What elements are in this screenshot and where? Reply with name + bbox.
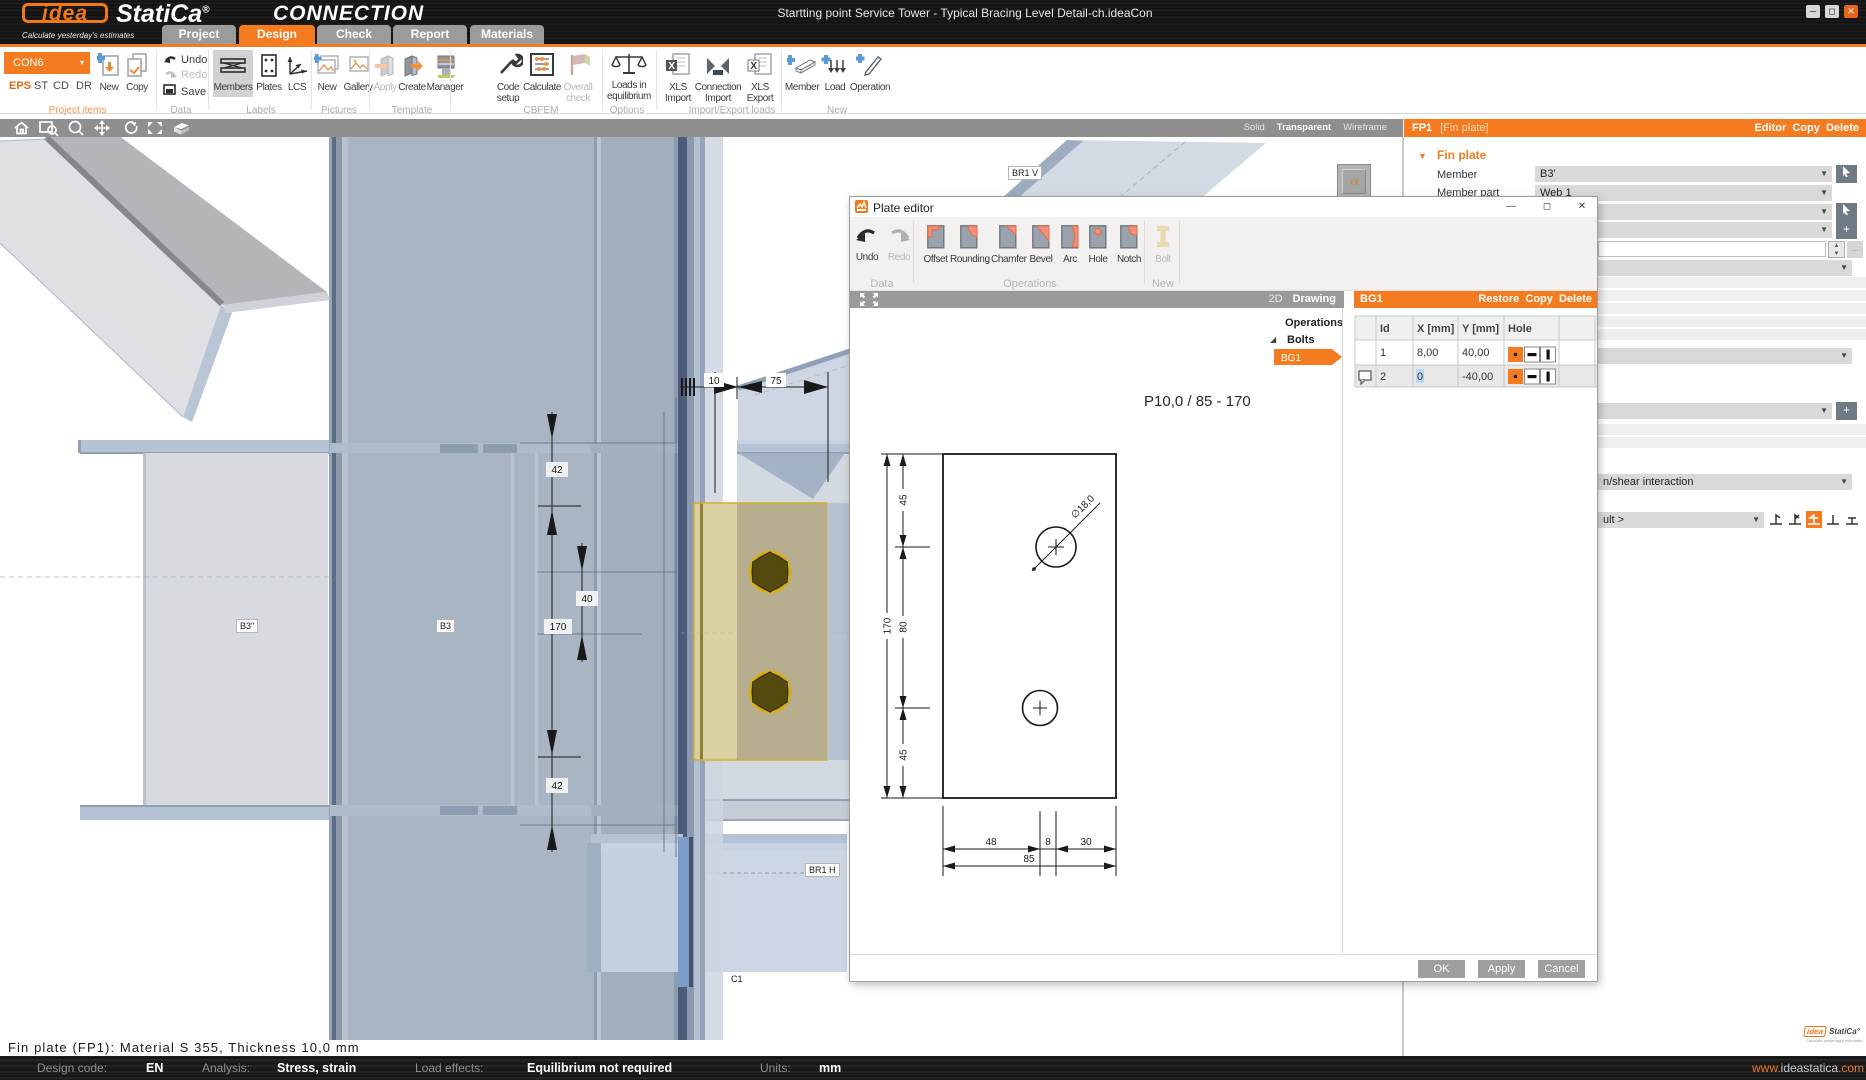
svg-text:2: 2	[1380, 371, 1386, 383]
svg-text:40: 40	[581, 594, 593, 605]
svg-text:40,00: 40,00	[1462, 347, 1490, 359]
svg-text:45: 45	[899, 749, 910, 761]
svg-text:75: 75	[770, 376, 782, 387]
svg-text:Y [mm]: Y [mm]	[1462, 323, 1499, 335]
svg-text:48: 48	[985, 837, 997, 848]
svg-text:P10,0 / 85 - 170: P10,0 / 85 - 170	[1144, 393, 1251, 410]
svg-text:-40,00: -40,00	[1462, 371, 1493, 383]
svg-text:8: 8	[1045, 837, 1051, 848]
svg-text:0: 0	[1417, 371, 1423, 383]
svg-text:80: 80	[899, 621, 910, 633]
svg-text:30: 30	[1080, 837, 1092, 848]
svg-text:X [mm]: X [mm]	[1417, 323, 1455, 335]
svg-text:X: X	[668, 61, 675, 72]
svg-text:42: 42	[551, 465, 563, 476]
svg-text:170: 170	[883, 617, 894, 634]
svg-text:170: 170	[550, 622, 567, 633]
svg-text:Hole: Hole	[1508, 323, 1532, 335]
svg-text:X: X	[750, 61, 757, 72]
svg-text:85: 85	[1023, 854, 1035, 865]
svg-text:45: 45	[899, 494, 910, 506]
svg-text:10: 10	[708, 376, 720, 387]
svg-text:Id: Id	[1380, 323, 1390, 335]
svg-text:8,00: 8,00	[1417, 347, 1438, 359]
svg-text:1: 1	[1380, 347, 1386, 359]
svg-text:BG1: BG1	[1281, 353, 1301, 364]
svg-text:∅18,0: ∅18,0	[1069, 493, 1097, 521]
svg-text:42: 42	[551, 781, 563, 792]
